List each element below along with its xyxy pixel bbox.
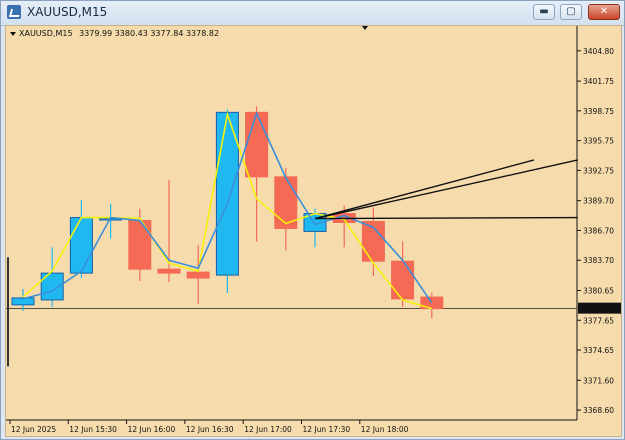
close-button[interactable]: ✕ [588, 4, 620, 20]
candle-body [69, 217, 93, 274]
price-tick-label: 3380.65 [583, 286, 614, 295]
chart-canvas[interactable]: 3404.80 3401.75 3398.75 3395.75 3392.75 3389.… [5, 25, 622, 437]
price-tick-label: 3383.70 [583, 256, 614, 265]
candle-body [245, 111, 269, 178]
price-tick-label: 3368.60 [583, 406, 614, 415]
minimize-button[interactable]: ▬ [533, 4, 555, 20]
price-tick-label: 3392.75 [583, 166, 614, 175]
time-tick-label: 12 Jun 15:30 [69, 425, 117, 434]
title-bar[interactable]: XAUUSD,M15 ▬ ▢ ✕ [1, 1, 624, 26]
price-tick-label: 3395.75 [583, 137, 614, 146]
time-tick-label: 12 Jun 16:30 [186, 425, 234, 434]
price-tick-label: 3374.65 [583, 346, 614, 355]
time-tick-label: 12 Jun 18:00 [361, 425, 409, 434]
price-tick-label: 3401.75 [583, 77, 614, 86]
current-price-label: 3378.82 [581, 305, 612, 314]
price-tick-label: 3371.60 [583, 376, 614, 385]
chart-info-label: XAUUSD,M15 3379.99 3380.43 3377.84 3378.… [10, 29, 219, 38]
chart-symbol: XAUUSD,M15 [19, 29, 73, 38]
trend-line [314, 159, 535, 220]
maximize-button[interactable]: ▢ [560, 4, 582, 20]
chart-app-icon [7, 5, 21, 19]
candle-body [11, 297, 35, 306]
chart-ohlc: 3379.99 3380.43 3377.84 3378.82 [79, 29, 220, 38]
price-tick-label: 3404.80 [583, 47, 614, 56]
candle-body [157, 268, 181, 274]
time-tick-label: 12 Jun 17:30 [303, 425, 351, 434]
trend-line [314, 216, 578, 220]
candle-body [186, 271, 210, 279]
price-tick-label: 3377.65 [583, 316, 614, 325]
candle-body [128, 220, 152, 270]
price-tick-label: 3398.75 [583, 107, 614, 116]
time-tick-label: 12 Jun 17:00 [244, 425, 292, 434]
dropdown-triangle-icon[interactable] [10, 31, 16, 36]
trend-line [314, 159, 578, 220]
candle-body [391, 260, 415, 300]
window-title: XAUUSD,M15 [27, 5, 108, 19]
chart-window: XAUUSD,M15 ▬ ▢ ✕ 3404.80 3401.75 3398.75 33… [0, 0, 625, 440]
time-tick-label: 12 Jun 16:00 [128, 425, 176, 434]
time-tick-label: 12 Jun 2025 [11, 425, 56, 434]
price-tick-label: 3389.70 [583, 197, 614, 206]
price-tick-label: 3386.70 [583, 226, 614, 235]
candlestick-chart[interactable]: 3404.80 3401.75 3398.75 3395.75 3392.75 3389.… [6, 26, 621, 436]
chart-shift-marker [362, 26, 368, 30]
